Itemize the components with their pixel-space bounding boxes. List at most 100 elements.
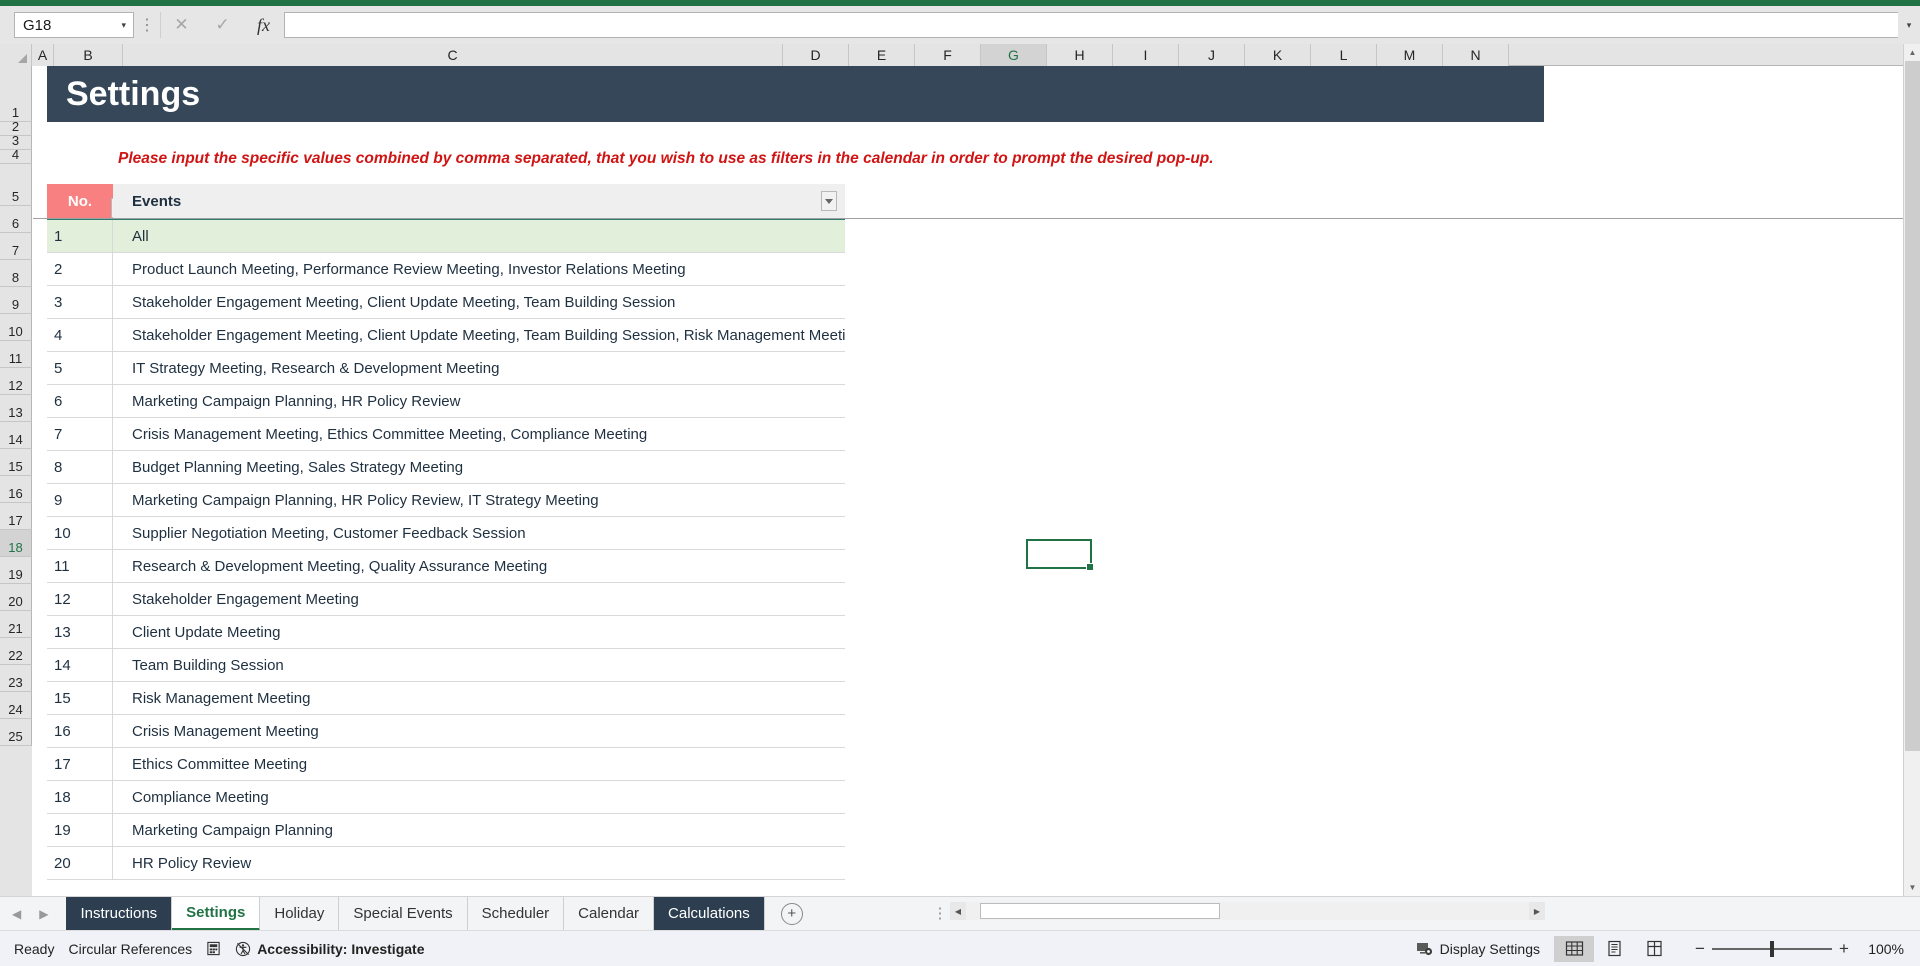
- sheet-tab-special-events[interactable]: Special Events: [339, 896, 468, 931]
- row-header-24[interactable]: 24: [0, 692, 32, 719]
- column-header-j[interactable]: J: [1179, 44, 1245, 66]
- zoom-control[interactable]: − + 100%: [1688, 939, 1904, 959]
- cell-events[interactable]: Stakeholder Engagement Meeting, Client U…: [113, 319, 845, 351]
- formula-input[interactable]: [284, 12, 1898, 38]
- display-settings-button[interactable]: Display Settings: [1416, 941, 1540, 957]
- row-header-23[interactable]: 23: [0, 665, 32, 692]
- row-header-15[interactable]: 15: [0, 449, 32, 476]
- row-header-4[interactable]: 4: [0, 147, 32, 164]
- table-row[interactable]: 4 Stakeholder Engagement Meeting, Client …: [47, 319, 845, 352]
- column-header-i[interactable]: I: [1113, 44, 1179, 66]
- cell-events[interactable]: Budget Planning Meeting, Sales Strategy …: [113, 451, 845, 483]
- cell-events[interactable]: Product Launch Meeting, Performance Revi…: [113, 253, 845, 285]
- cell-no[interactable]: 14: [47, 649, 113, 681]
- sheet-tab-settings[interactable]: Settings: [172, 896, 261, 931]
- column-header-c[interactable]: C: [123, 44, 783, 66]
- cell-events[interactable]: Crisis Management Meeting: [113, 715, 845, 747]
- horizontal-scroll-thumb[interactable]: [980, 903, 1220, 919]
- status-circular-references[interactable]: Circular References: [68, 941, 192, 957]
- row-header-13[interactable]: 13: [0, 395, 32, 422]
- sheet-tab-calculations[interactable]: Calculations: [654, 896, 765, 931]
- select-all-corner[interactable]: [0, 44, 32, 66]
- scroll-down-icon[interactable]: ▼: [1904, 879, 1920, 896]
- zoom-slider-track[interactable]: [1712, 940, 1832, 957]
- sheet-tab-calendar[interactable]: Calendar: [564, 896, 655, 931]
- selected-cell-g18[interactable]: [1026, 539, 1094, 571]
- cell-events[interactable]: Stakeholder Engagement Meeting, Client U…: [113, 286, 845, 318]
- sheet-tab-scheduler[interactable]: Scheduler: [468, 896, 565, 931]
- cell-no[interactable]: 20: [47, 847, 113, 879]
- cell-events[interactable]: Team Building Session: [113, 649, 845, 681]
- row-header-16[interactable]: 16: [0, 476, 32, 503]
- horizontal-scrollbar[interactable]: ◀ ▶: [950, 902, 1545, 920]
- cell-events[interactable]: Crisis Management Meeting, Ethics Commit…: [113, 418, 845, 450]
- cell-no[interactable]: 1: [47, 220, 113, 252]
- column-header-h[interactable]: H: [1047, 44, 1113, 66]
- column-header-a[interactable]: A: [32, 44, 54, 66]
- cell-no[interactable]: 7: [47, 418, 113, 450]
- zoom-level-label[interactable]: 100%: [1856, 941, 1904, 957]
- expand-formula-bar-icon[interactable]: ▾: [1898, 12, 1920, 38]
- page-layout-view-button[interactable]: [1594, 936, 1634, 962]
- row-header-6[interactable]: 6: [0, 206, 32, 233]
- row-header-11[interactable]: 11: [0, 341, 32, 368]
- table-row[interactable]: 2 Product Launch Meeting, Performance Rev…: [47, 253, 845, 286]
- table-row[interactable]: 12 Stakeholder Engagement Meeting: [47, 583, 845, 616]
- table-row[interactable]: 1 All: [47, 220, 845, 253]
- table-row[interactable]: 5 IT Strategy Meeting, Research & Develop…: [47, 352, 845, 385]
- cell-no[interactable]: 13: [47, 616, 113, 648]
- cell-no[interactable]: 19: [47, 814, 113, 846]
- table-row[interactable]: 11 Research & Development Meeting, Qualit…: [47, 550, 845, 583]
- table-row[interactable]: 8 Budget Planning Meeting, Sales Strategy…: [47, 451, 845, 484]
- row-header-22[interactable]: 22: [0, 638, 32, 665]
- cell-events[interactable]: Marketing Campaign Planning, HR Policy R…: [113, 385, 845, 417]
- column-header-l[interactable]: L: [1311, 44, 1377, 66]
- row-header-20[interactable]: 20: [0, 584, 32, 611]
- cell-no[interactable]: 6: [47, 385, 113, 417]
- cell-no[interactable]: 2: [47, 253, 113, 285]
- row-header-7[interactable]: 7: [0, 233, 32, 260]
- cell-events[interactable]: Client Update Meeting: [113, 616, 845, 648]
- previous-sheet-icon[interactable]: ◀: [12, 907, 21, 921]
- zoom-out-button[interactable]: −: [1688, 939, 1712, 959]
- table-row[interactable]: 17 Ethics Committee Meeting: [47, 748, 845, 781]
- normal-view-button[interactable]: [1554, 935, 1594, 962]
- zoom-slider-thumb[interactable]: [1770, 940, 1774, 957]
- cell-events[interactable]: HR Policy Review: [113, 847, 845, 879]
- cell-events[interactable]: Risk Management Meeting: [113, 682, 845, 714]
- cell-events[interactable]: All: [113, 220, 845, 252]
- cell-events[interactable]: Ethics Committee Meeting: [113, 748, 845, 780]
- table-row[interactable]: 13 Client Update Meeting: [47, 616, 845, 649]
- table-row[interactable]: 18 Compliance Meeting: [47, 781, 845, 814]
- more-options-icon[interactable]: ⋮: [134, 12, 160, 38]
- cell-no[interactable]: 10: [47, 517, 113, 549]
- column-header-g[interactable]: G: [981, 44, 1047, 66]
- row-header-18[interactable]: 18: [0, 530, 32, 557]
- table-row[interactable]: 10 Supplier Negotiation Meeting, Customer…: [47, 517, 845, 550]
- column-header-m[interactable]: M: [1377, 44, 1443, 66]
- cell-no[interactable]: 5: [47, 352, 113, 384]
- cell-events[interactable]: Research & Development Meeting, Quality …: [113, 550, 845, 582]
- cell-no[interactable]: 8: [47, 451, 113, 483]
- page-break-view-button[interactable]: [1634, 936, 1674, 962]
- row-header-17[interactable]: 17: [0, 503, 32, 530]
- vertical-scrollbar[interactable]: ▲ ▼: [1903, 44, 1920, 896]
- horizontal-scroll-track[interactable]: [966, 902, 1529, 920]
- cell-no[interactable]: 3: [47, 286, 113, 318]
- scroll-right-icon[interactable]: ▶: [1529, 902, 1545, 920]
- cell-events[interactable]: Stakeholder Engagement Meeting: [113, 583, 845, 615]
- sheet-canvas[interactable]: Settings Please input the specific value…: [33, 66, 1920, 896]
- cell-no[interactable]: 11: [47, 550, 113, 582]
- table-row[interactable]: 7 Crisis Management Meeting, Ethics Commi…: [47, 418, 845, 451]
- cell-events[interactable]: Marketing Campaign Planning, HR Policy R…: [113, 484, 845, 516]
- cell-events[interactable]: Compliance Meeting: [113, 781, 845, 813]
- filter-dropdown-events[interactable]: [821, 191, 837, 211]
- cancel-icon[interactable]: ✕: [161, 12, 202, 38]
- table-row[interactable]: 16 Crisis Management Meeting: [47, 715, 845, 748]
- table-row[interactable]: 15 Risk Management Meeting: [47, 682, 845, 715]
- row-header-5[interactable]: 5: [0, 164, 32, 206]
- table-row[interactable]: 6 Marketing Campaign Planning, HR Policy …: [47, 385, 845, 418]
- column-header-n[interactable]: N: [1443, 44, 1509, 66]
- macro-record-icon[interactable]: [206, 941, 221, 956]
- table-row[interactable]: 14 Team Building Session: [47, 649, 845, 682]
